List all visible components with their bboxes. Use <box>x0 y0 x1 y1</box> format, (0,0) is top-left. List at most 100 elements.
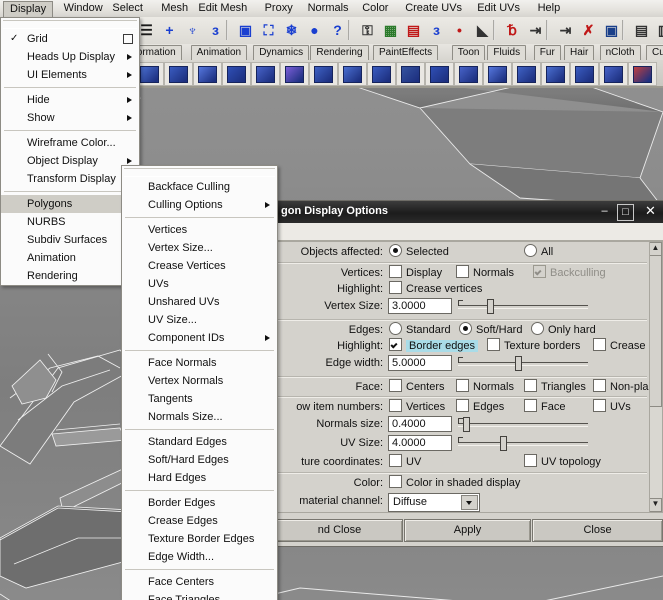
help-query-icon[interactable]: ? <box>327 20 348 41</box>
checkbox-face-normals[interactable]: Normals <box>456 379 514 395</box>
lattice-icon[interactable]: ⛶ <box>258 20 279 41</box>
material-channel-dropdown[interactable]: Diffuse <box>388 493 480 512</box>
menu-proxy[interactable]: Proxy <box>259 1 299 16</box>
shelf-tab-dynamics[interactable]: Dynamics <box>253 45 310 61</box>
polygons-item-crease-edges[interactable]: Crease Edges <box>122 512 277 530</box>
sphere-icon[interactable]: ● <box>304 20 325 41</box>
radio-edges-only-hard[interactable]: Only hard <box>531 322 596 338</box>
menu-color[interactable]: Color <box>356 1 394 16</box>
display-item-ui-elements[interactable]: UI Elements <box>1 66 139 84</box>
uv-size-thumb[interactable] <box>500 436 507 451</box>
menu-display[interactable]: Display <box>3 1 54 18</box>
snap-curve-icon[interactable]: з <box>426 20 447 41</box>
shelf-item-17-icon[interactable] <box>599 62 628 86</box>
checkbox-crease-vertices[interactable]: Crease vertices <box>389 281 482 297</box>
checkbox-vertices-display[interactable]: Display <box>389 265 442 281</box>
scrollbar-thumb[interactable] <box>649 255 662 407</box>
polygons-item-crease-vertices[interactable]: Crease Vertices <box>122 257 277 275</box>
dialog-title-bar[interactable]: gon Display Options – □ ✕ <box>273 201 663 223</box>
shelf-item-16-icon[interactable] <box>570 62 599 86</box>
vertex-size-thumb[interactable] <box>487 299 494 314</box>
checkbox-numbers-edges[interactable]: Edges <box>456 399 504 415</box>
polygons-item-uv-size[interactable]: UV Size... <box>122 311 277 329</box>
polygons-item-standard-edges[interactable]: Standard Edges <box>122 433 277 451</box>
shelf-item-10-icon[interactable] <box>396 62 425 86</box>
shelf-item-3-icon[interactable] <box>193 62 222 86</box>
menu-tearoff-handle[interactable] <box>3 20 137 29</box>
shelf-tab-animation[interactable]: Animation <box>190 45 248 61</box>
polygons-item-normals-size[interactable]: Normals Size... <box>122 408 277 426</box>
display-item-nurbs[interactable]: NURBS <box>1 213 139 231</box>
shelf-item-4-icon[interactable] <box>222 62 251 86</box>
maximize-icon[interactable]: □ <box>617 204 634 221</box>
particle-icon[interactable]: ❄ <box>281 20 302 41</box>
curve-tool-icon[interactable]: ♆ <box>182 20 203 41</box>
checkbox-numbers-uvs[interactable]: UVs <box>593 399 631 415</box>
display-item-polygons[interactable]: Polygons <box>1 195 139 213</box>
checkbox-numbers-vertices[interactable]: Vertices <box>389 399 445 415</box>
vertex-size-input[interactable]: 3.0000 <box>388 298 452 314</box>
magnet-icon[interactable]: ␢ <box>502 20 523 41</box>
polygons-item-soft-hard-edges[interactable]: Soft/Hard Edges <box>122 451 277 469</box>
polygons-item-culling-options[interactable]: Culling Options <box>122 196 277 214</box>
checkbox-texture-uv[interactable]: UV <box>389 454 421 470</box>
main-menubar[interactable]: Display Window Select Mesh Edit Mesh Proxy Nor… <box>0 0 663 18</box>
menu-select[interactable]: Select <box>106 1 149 16</box>
output-connection-icon[interactable]: ⇥ <box>555 20 576 41</box>
minimize-icon[interactable]: – <box>597 204 612 219</box>
display-item-grid[interactable]: ✓ Grid <box>1 30 139 48</box>
checkbox-color-in-shaded-display[interactable]: Color in shaded display <box>389 475 520 491</box>
shelf-tab-hair[interactable]: Hair <box>564 45 595 61</box>
radio-all[interactable]: All <box>524 244 553 260</box>
display-menu-popup[interactable]: ✓ Grid Heads Up Display UI Elements Hide Show… <box>0 17 140 286</box>
checkbox-texture-borders[interactable]: Texture borders <box>487 338 580 354</box>
shelf-item-9-icon[interactable] <box>367 62 396 86</box>
checkbox-face-centers[interactable]: Centers <box>389 379 445 395</box>
shelf-item-11-icon[interactable] <box>425 62 454 86</box>
lock-icon[interactable]: ⚿ <box>357 20 378 41</box>
display-item-animation[interactable]: Animation <box>1 249 139 267</box>
checkbox-vertices-normals[interactable]: Normals <box>456 265 514 281</box>
normals-size-thumb[interactable] <box>463 417 470 432</box>
shelf-tab-ncloth[interactable]: nCloth <box>599 45 641 61</box>
display-item-show[interactable]: Show <box>1 109 139 127</box>
polygons-item-face-centers[interactable]: Face Centers <box>122 573 277 591</box>
render-current-frame-icon[interactable]: ▣ <box>601 20 622 41</box>
shelf-tab-fur[interactable]: Fur <box>533 45 561 61</box>
shelf-item-8-icon[interactable] <box>338 62 367 86</box>
shelf-tab-fluids[interactable]: Fluids <box>487 45 527 61</box>
no-construction-history-icon[interactable]: ✗ <box>578 20 599 41</box>
checkbox-face-non-planar[interactable]: Non-planar <box>593 379 649 395</box>
snap-surface-icon[interactable]: ▤ <box>403 20 424 41</box>
checkbox-uv-topology[interactable]: UV topology <box>524 454 601 470</box>
scroll-down-icon[interactable]: ▼ <box>649 498 662 512</box>
polygons-item-face-triangles[interactable]: Face Triangles <box>122 591 277 600</box>
menu-mesh[interactable]: Mesh <box>155 1 194 16</box>
checkbox-crease-edges[interactable]: Crease edges <box>593 338 649 354</box>
checkbox-numbers-face[interactable]: Face <box>524 399 565 415</box>
shelf-item-14-icon[interactable] <box>512 62 541 86</box>
checkbox-face-triangles[interactable]: Triangles <box>524 379 586 395</box>
menu-tearoff-handle[interactable] <box>124 168 275 177</box>
polygons-item-tangents[interactable]: Tangents <box>122 390 277 408</box>
radio-edges-standard[interactable]: Standard <box>389 322 451 338</box>
shelf-tab-toon[interactable]: Toon <box>451 45 486 61</box>
polygons-item-backface-culling[interactable]: Backface Culling <box>122 178 277 196</box>
shelf-tab-painteffects[interactable]: PaintEffects <box>373 45 439 61</box>
display-item-subdiv-surfaces[interactable]: Subdiv Surfaces <box>1 231 139 249</box>
input-connection-icon[interactable]: ⇥ <box>525 20 546 41</box>
polygons-item-component-ids[interactable]: Component IDs <box>122 329 277 347</box>
display-item-transform-display[interactable]: Transform Display <box>1 170 139 188</box>
display-item-rendering[interactable]: Rendering <box>1 267 139 285</box>
shelf-tab-rendering[interactable]: Rendering <box>310 45 369 61</box>
snap-grid-icon[interactable]: ▦ <box>380 20 401 41</box>
shelf-item-15-icon[interactable] <box>541 62 570 86</box>
radio-selected[interactable]: Selected <box>389 244 449 260</box>
polygons-item-uvs[interactable]: UVs <box>122 275 277 293</box>
checkbox-border-edges[interactable]: Border edges <box>389 338 479 354</box>
polygons-item-texture-border-edges[interactable]: Texture Border Edges <box>122 530 277 548</box>
display-item-heads-up-display[interactable]: Heads Up Display <box>1 48 139 66</box>
shelf-item-6-icon[interactable] <box>280 62 309 86</box>
render-sequence-icon[interactable]: ▤ <box>631 20 652 41</box>
normals-size-slider[interactable] <box>458 417 588 432</box>
